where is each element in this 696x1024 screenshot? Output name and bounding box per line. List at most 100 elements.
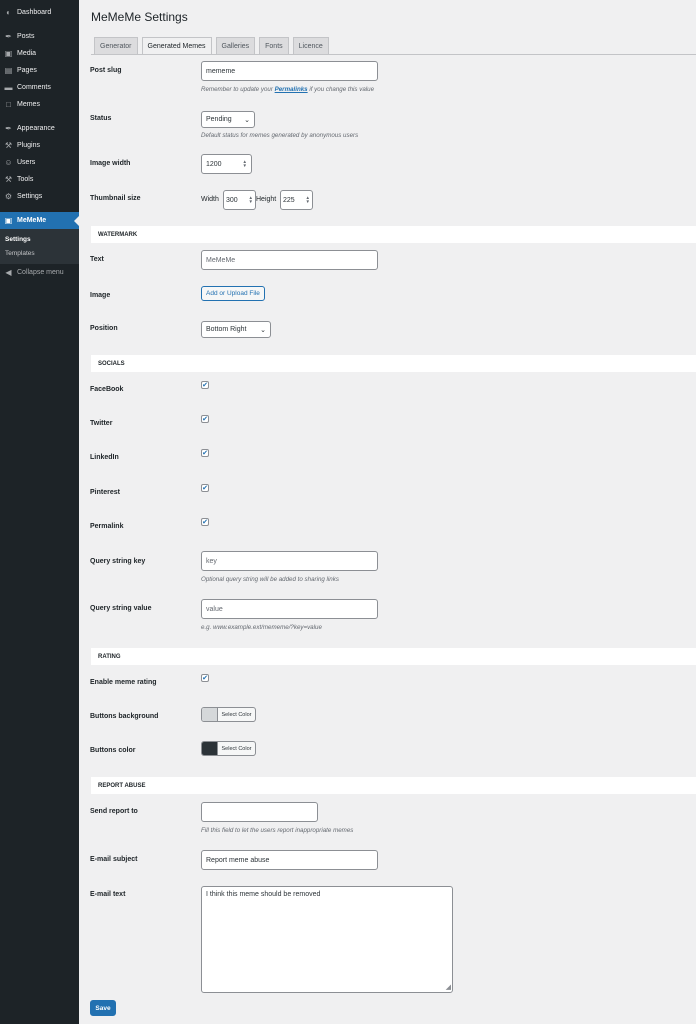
user-icon: ☺: [4, 158, 13, 167]
tab-generator[interactable]: Generator: [94, 37, 138, 55]
linkedin-checkbox[interactable]: ✔: [201, 449, 209, 457]
color-swatch: [202, 742, 218, 755]
sidebar-item-tools[interactable]: ⚒ Tools: [0, 171, 79, 188]
sidebar-item-settings[interactable]: ⚙ Settings: [0, 188, 79, 205]
query-string-key-description: Optional query string will be added to s…: [201, 576, 339, 583]
sidebar-item-posts[interactable]: ✒ Posts: [0, 28, 79, 45]
send-report-to-label: Send report to: [90, 808, 138, 815]
submenu-item-settings[interactable]: Settings: [0, 232, 79, 246]
email-subject-label: E-mail subject: [90, 856, 138, 863]
sidebar-item-label: Memes: [17, 101, 40, 108]
permalinks-link[interactable]: Permalinks: [275, 86, 308, 93]
brush-icon: ✒: [5, 124, 12, 133]
email-subject-input[interactable]: Report meme abuse: [201, 850, 378, 870]
facebook-label: FaceBook: [90, 386, 124, 393]
enable-rating-checkbox[interactable]: ✔: [201, 674, 209, 682]
tab-galleries[interactable]: Galleries: [215, 37, 256, 55]
sidebar-item-label: Users: [17, 159, 36, 166]
sidebar-item-label: Media: [17, 50, 37, 57]
spinner-icon[interactable]: ▲ ▼: [306, 195, 310, 204]
send-report-to-input[interactable]: [201, 802, 318, 822]
sidebar-item-label: Plugins: [17, 142, 40, 149]
check-icon: ✔: [202, 484, 208, 492]
watermark-image-label: Image: [90, 292, 111, 299]
comments-icon: ▬: [4, 83, 13, 92]
chevron-down-icon: ⌄: [244, 116, 250, 124]
sidebar-item-label: MeMeMe: [17, 217, 47, 224]
spinner-icon[interactable]: ▲ ▼: [243, 159, 247, 168]
mememe-icon: ▣: [4, 216, 13, 225]
sidebar-item-plugins[interactable]: ⚒ Plugins: [0, 137, 79, 154]
status-description: Default status for memes generated by an…: [201, 132, 359, 139]
sidebar-item-mememe[interactable]: ▣ MeMeMe: [0, 212, 79, 229]
tab-divider: [91, 54, 696, 55]
memes-icon: □: [6, 100, 11, 109]
thumbnail-size-label: Thumbnail size: [90, 195, 141, 202]
query-string-value-label: Query string value: [90, 605, 152, 612]
admin-sidebar: ◐ Dashboard ✒ Posts ▣ Media ▤ Pages ▬ Comment…: [0, 0, 79, 1024]
thumbnail-width-input[interactable]: 300 ▲ ▼: [223, 190, 256, 210]
resize-handle-icon[interactable]: ◢: [446, 984, 451, 991]
email-text-label: E-mail text: [90, 891, 126, 898]
sidebar-item-memes[interactable]: □ Memes: [0, 96, 79, 113]
sidebar-item-pages[interactable]: ▤ Pages: [0, 62, 79, 79]
select-color-label: Select Color: [221, 745, 252, 752]
sidebar-item-label: Comments: [17, 84, 51, 91]
submenu-item-templates[interactable]: Templates: [0, 246, 79, 260]
watermark-position-select[interactable]: Bottom Right ⌄: [201, 321, 271, 338]
send-report-to-description: Fill this field to let the users report …: [201, 827, 354, 834]
watermark-section-header: WATERMARK: [91, 226, 696, 243]
spinner-icon[interactable]: ▲ ▼: [249, 195, 253, 204]
gear-icon: ⚙: [4, 192, 13, 201]
image-width-label: Image width: [90, 160, 131, 167]
sidebar-item-dashboard[interactable]: ◐ Dashboard: [0, 4, 79, 21]
image-width-input[interactable]: 1200 ▲ ▼: [201, 154, 252, 174]
thumbnail-height-label: Height: [256, 196, 277, 203]
dashboard-icon: ◐: [6, 8, 11, 17]
query-string-key-input[interactable]: key: [201, 551, 378, 571]
page-title: MeMeMe Settings: [91, 10, 188, 24]
tab-licence[interactable]: Licence: [292, 37, 329, 55]
tab-generated-memes[interactable]: Generated Memes: [141, 37, 212, 55]
pinterest-label: Pinterest: [90, 489, 120, 496]
permalink-checkbox[interactable]: ✔: [201, 518, 209, 526]
buttons-background-color-picker[interactable]: Select Color: [201, 707, 256, 722]
sidebar-item-appearance[interactable]: ✒ Appearance: [0, 120, 79, 137]
sidebar-item-label: Appearance: [17, 125, 55, 132]
wrench-icon: ⚒: [4, 175, 13, 184]
check-icon: ✔: [202, 381, 208, 389]
twitter-checkbox[interactable]: ✔: [201, 415, 209, 423]
query-string-key-label: Query string key: [90, 558, 146, 565]
check-icon: ✔: [202, 674, 208, 682]
buttons-color-picker[interactable]: Select Color: [201, 741, 256, 756]
thumbnail-width-label: Width: [201, 196, 219, 203]
color-swatch: [202, 708, 218, 721]
buttons-color-label: Buttons color: [90, 747, 136, 754]
email-text-textarea[interactable]: I think this meme should be removed ◢: [201, 886, 453, 993]
check-icon: ✔: [202, 415, 208, 423]
thumbnail-height-input[interactable]: 225 ▲ ▼: [280, 190, 313, 210]
watermark-position-label: Position: [90, 325, 118, 332]
pinterest-checkbox[interactable]: ✔: [201, 484, 209, 492]
collapse-menu-button[interactable]: ◀ Collapse menu: [0, 264, 79, 281]
sidebar-item-media[interactable]: ▣ Media: [0, 45, 79, 62]
status-select[interactable]: Pending ⌄: [201, 111, 255, 128]
pin-icon: ✒: [5, 32, 12, 41]
submenu: Settings Templates: [0, 229, 79, 264]
post-slug-input[interactable]: mememe: [201, 61, 378, 81]
twitter-label: Twitter: [90, 420, 113, 427]
save-button[interactable]: Save: [90, 1000, 116, 1016]
plugin-icon: ⚒: [4, 141, 13, 150]
status-label: Status: [90, 115, 112, 122]
sidebar-item-comments[interactable]: ▬ Comments: [0, 79, 79, 96]
facebook-checkbox[interactable]: ✔: [201, 381, 209, 389]
select-color-label: Select Color: [221, 711, 252, 718]
query-string-value-input[interactable]: value: [201, 599, 378, 619]
settings-tabs: Generator Generated Memes Galleries Font…: [94, 37, 333, 55]
sidebar-item-users[interactable]: ☺ Users: [0, 154, 79, 171]
check-icon: ✔: [202, 449, 208, 457]
upload-file-button[interactable]: Add or Upload File: [201, 286, 265, 301]
pages-icon: ▤: [4, 66, 13, 75]
tab-fonts[interactable]: Fonts: [259, 37, 289, 55]
watermark-text-input[interactable]: MeMeMe: [201, 250, 378, 270]
